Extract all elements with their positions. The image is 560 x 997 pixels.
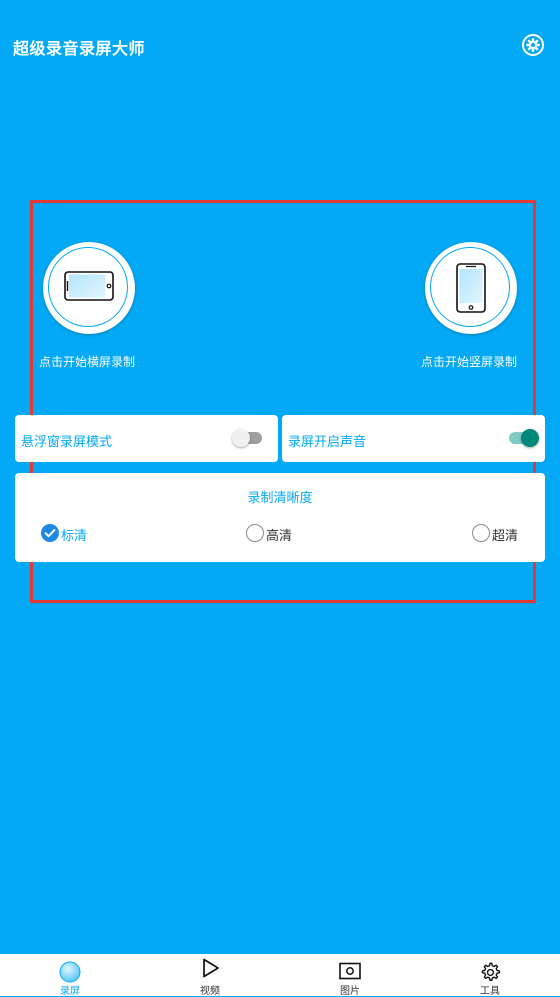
nav-item-record[interactable]: 录屏 bbox=[40, 954, 100, 997]
switch-thumb bbox=[232, 429, 250, 447]
check-icon bbox=[44, 529, 56, 538]
app-title: 超级录音录屏大师 bbox=[13, 39, 146, 58]
quality-sd-radio[interactable] bbox=[41, 524, 59, 542]
quality-uhd-label[interactable]: 超清 bbox=[492, 525, 518, 544]
gear-icon bbox=[481, 962, 501, 982]
nav-item-picture[interactable]: 图片 bbox=[320, 954, 380, 997]
record-circle-icon bbox=[59, 961, 81, 983]
settings-button[interactable] bbox=[521, 33, 545, 57]
nav-label-picture: 图片 bbox=[340, 986, 360, 997]
landscape-phone-icon bbox=[64, 271, 114, 301]
picture-icon bbox=[339, 962, 361, 980]
floating-window-switch[interactable] bbox=[232, 427, 264, 449]
record-audio-switch[interactable] bbox=[507, 427, 539, 449]
portrait-record-label: 点击开始竖屏录制 bbox=[421, 355, 518, 369]
floating-window-label: 悬浮窗录屏模式 bbox=[21, 435, 113, 450]
nav-item-video[interactable]: 视频 bbox=[180, 954, 240, 997]
nav-label-tools: 工具 bbox=[480, 986, 500, 997]
quality-hd-radio[interactable] bbox=[246, 524, 264, 542]
record-audio-label: 录屏开启声音 bbox=[288, 435, 367, 450]
play-icon bbox=[203, 958, 219, 978]
nav-label-record: 录屏 bbox=[60, 986, 80, 997]
portrait-record-button[interactable] bbox=[425, 242, 517, 334]
landscape-record-button[interactable] bbox=[43, 242, 135, 334]
landscape-record-label: 点击开始横屏录制 bbox=[39, 355, 136, 369]
gear-icon bbox=[522, 34, 544, 56]
nav-label-video: 视频 bbox=[200, 986, 220, 997]
switch-thumb bbox=[521, 429, 539, 447]
portrait-phone-icon bbox=[456, 263, 486, 313]
quality-sd-label[interactable]: 标清 bbox=[61, 525, 87, 544]
quality-hd-label[interactable]: 高清 bbox=[266, 525, 292, 544]
nav-item-tools[interactable]: 工具 bbox=[460, 954, 520, 997]
record-audio-card: 录屏开启声音 bbox=[282, 415, 545, 462]
quality-card: 录制清晰度 标清 高清 超清 bbox=[15, 473, 545, 562]
bottom-nav: 录屏 视频 图片 工具 bbox=[0, 954, 560, 997]
quality-uhd-radio[interactable] bbox=[472, 524, 490, 542]
floating-window-card: 悬浮窗录屏模式 bbox=[15, 415, 278, 462]
quality-title: 录制清晰度 bbox=[247, 491, 313, 506]
